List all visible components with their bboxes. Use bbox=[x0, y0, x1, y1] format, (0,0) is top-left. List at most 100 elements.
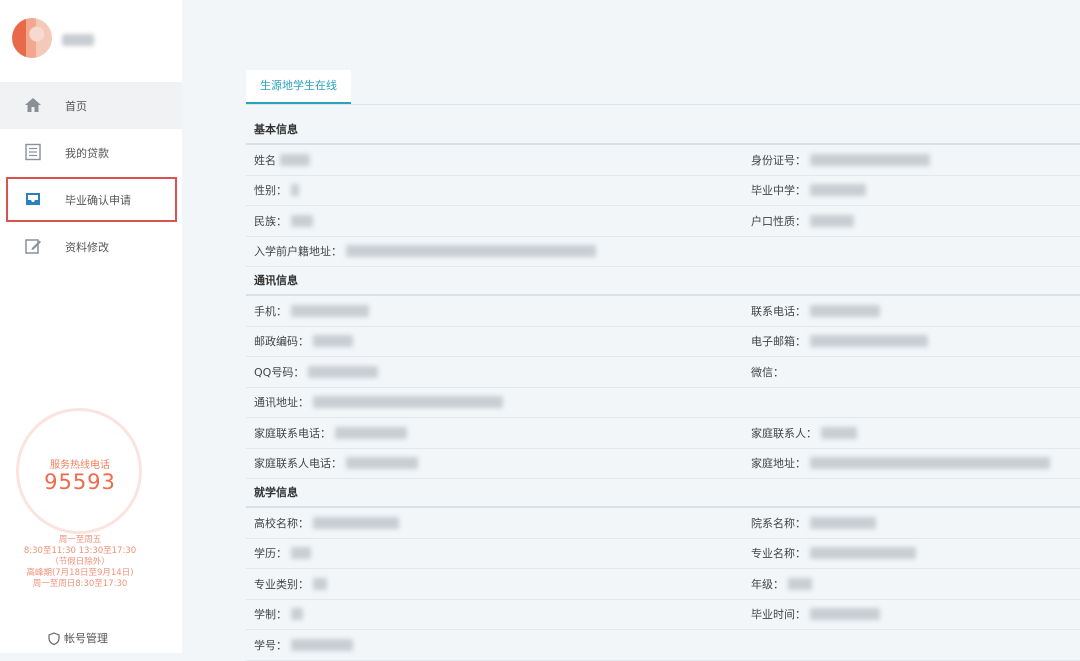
field-label: 家庭联系人： bbox=[751, 426, 817, 440]
field-graduation-time: 毕业时间： bbox=[751, 600, 880, 629]
field-label: 学制： bbox=[254, 608, 287, 621]
field-pre-enroll-address: 入学前户籍地址： bbox=[254, 237, 596, 266]
tab-bar: 生源地学生在线 bbox=[246, 70, 1080, 105]
redacted-value bbox=[810, 457, 1050, 469]
hotline-widget: 服务热线电话 95593 bbox=[12, 408, 148, 536]
main-content: 生源地学生在线 基本信息 姓名 身份证号： 性别： 毕业中学： 民族： 户口性质… bbox=[182, 0, 1080, 661]
field-high-school: 毕业中学： bbox=[751, 176, 866, 205]
sidebar-item-label: 我的贷款 bbox=[65, 147, 109, 160]
field-phone: 联系电话： bbox=[751, 296, 880, 325]
field-label: 手机： bbox=[254, 304, 287, 318]
field-label: 专业类别： bbox=[254, 577, 309, 591]
table-row: 性别： 毕业中学： bbox=[246, 176, 1080, 206]
field-major-category: 专业类别： bbox=[254, 569, 327, 598]
redacted-value bbox=[313, 516, 399, 529]
table-row: 专业类别： 年级： bbox=[246, 569, 1080, 600]
service-hours-line: 8:30至11:30 13:30至17:30 bbox=[23, 546, 137, 556]
redacted-value bbox=[313, 577, 327, 590]
tab-student-online[interactable]: 生源地学生在线 bbox=[246, 70, 351, 104]
section-basic-info: 基本信息 bbox=[246, 116, 1080, 145]
sidebar-item-graduation-confirm[interactable]: 毕业确认申请 bbox=[5, 176, 178, 223]
sidebar-item-label: 首页 bbox=[65, 100, 87, 113]
field-label: 邮政编码： bbox=[254, 335, 309, 348]
field-address: 通讯地址： bbox=[254, 388, 503, 417]
field-major: 专业名称： bbox=[751, 539, 916, 568]
sidebar-item-my-loans[interactable]: 我的贷款 bbox=[0, 129, 182, 176]
service-hours-line: 周一至周五 bbox=[58, 535, 102, 545]
username: 用户 bbox=[62, 34, 94, 46]
field-email: 电子邮箱： bbox=[751, 327, 928, 356]
redacted-value bbox=[346, 245, 596, 257]
redacted-value bbox=[335, 426, 407, 439]
list-icon bbox=[25, 143, 41, 161]
sidebar-item-label: 资料修改 bbox=[65, 241, 109, 254]
sidebar-item-home[interactable]: 首页 bbox=[0, 82, 182, 129]
field-family-address: 家庭地址： bbox=[751, 449, 1050, 478]
field-label: 毕业时间： bbox=[751, 608, 806, 621]
redacted-value bbox=[313, 396, 503, 408]
redacted-value bbox=[291, 214, 313, 227]
section-contact-info: 通讯信息 bbox=[246, 267, 1080, 296]
table-row: QQ号码： 微信： bbox=[246, 357, 1080, 388]
table-row: 通讯地址： bbox=[246, 388, 1080, 418]
field-family-contact: 家庭联系人： bbox=[751, 418, 857, 447]
field-label: QQ号码： bbox=[254, 365, 305, 379]
sidebar: 用户 首页 我的贷款 毕业确认申请 bbox=[0, 0, 182, 653]
edit-icon bbox=[25, 239, 41, 254]
table-row: 入学前户籍地址： bbox=[246, 237, 1080, 267]
redacted-value bbox=[280, 153, 310, 166]
field-wechat: 微信： bbox=[751, 357, 784, 386]
redacted-value bbox=[291, 547, 311, 559]
field-label: 学号： bbox=[254, 638, 287, 652]
sidebar-nav: 首页 我的贷款 毕业确认申请 资料修改 bbox=[0, 82, 182, 270]
sidebar-item-edit-profile[interactable]: 资料修改 bbox=[0, 223, 182, 270]
field-duration: 学制： bbox=[254, 600, 303, 629]
field-label: 入学前户籍地址： bbox=[254, 245, 342, 258]
field-family-contact-phone: 家庭联系人电话： bbox=[254, 449, 418, 478]
field-label: 专业名称： bbox=[751, 547, 806, 560]
table-row: 家庭联系电话： 家庭联系人： bbox=[246, 418, 1080, 449]
inbox-icon bbox=[26, 193, 40, 205]
field-name: 姓名 bbox=[254, 145, 310, 174]
account-management-link[interactable]: 帐号管理 bbox=[48, 630, 108, 646]
field-postcode: 邮政编码： bbox=[254, 327, 353, 356]
field-label: 联系电话： bbox=[751, 304, 806, 318]
service-hours-line: 高峰期(7月18日至9月14日) bbox=[26, 568, 134, 578]
field-mobile: 手机： bbox=[254, 296, 369, 325]
field-label: 毕业中学： bbox=[751, 184, 806, 197]
table-row: 手机： 联系电话： bbox=[246, 296, 1080, 327]
redacted-value bbox=[821, 426, 857, 439]
service-hours-line: 周一至周日8:30至17:30 bbox=[32, 579, 128, 589]
field-label: 户口性质： bbox=[751, 214, 806, 228]
table-row: 邮政编码： 电子邮箱： bbox=[246, 327, 1080, 357]
info-panel: 基本信息 姓名 身份证号： 性别： 毕业中学： 民族： 户口性质： 入学前户籍地… bbox=[246, 116, 1080, 661]
table-row: 民族： 户口性质： bbox=[246, 206, 1080, 237]
field-grade: 年级： bbox=[751, 569, 812, 598]
field-id-card: 身份证号： bbox=[751, 145, 930, 174]
field-department: 院系名称： bbox=[751, 508, 876, 537]
redacted-value bbox=[810, 547, 916, 559]
field-label: 性别： bbox=[254, 184, 287, 197]
field-family-phone: 家庭联系电话： bbox=[254, 418, 407, 447]
redacted-value bbox=[313, 335, 353, 347]
field-label: 家庭联系电话： bbox=[254, 426, 331, 440]
field-label: 院系名称： bbox=[751, 516, 806, 530]
field-label: 微信： bbox=[751, 365, 784, 379]
redacted-value bbox=[810, 608, 880, 620]
avatar[interactable] bbox=[12, 18, 52, 58]
home-icon bbox=[25, 98, 41, 112]
section-school-info: 就学信息 bbox=[246, 479, 1080, 508]
redacted-value bbox=[810, 335, 928, 347]
redacted-value bbox=[291, 638, 353, 651]
redacted-value bbox=[308, 365, 379, 378]
redacted-value bbox=[788, 577, 812, 590]
sidebar-item-label: 毕业确认申请 bbox=[65, 194, 131, 207]
field-label: 电子邮箱： bbox=[751, 335, 806, 348]
table-row: 学历： 专业名称： bbox=[246, 539, 1080, 569]
field-label: 民族： bbox=[254, 214, 287, 228]
field-label: 姓名 bbox=[254, 153, 276, 167]
field-label: 通讯地址： bbox=[254, 396, 309, 409]
field-label: 身份证号： bbox=[751, 153, 806, 167]
field-label: 家庭联系人电话： bbox=[254, 457, 342, 470]
table-row: 学制： 毕业时间： bbox=[246, 600, 1080, 630]
